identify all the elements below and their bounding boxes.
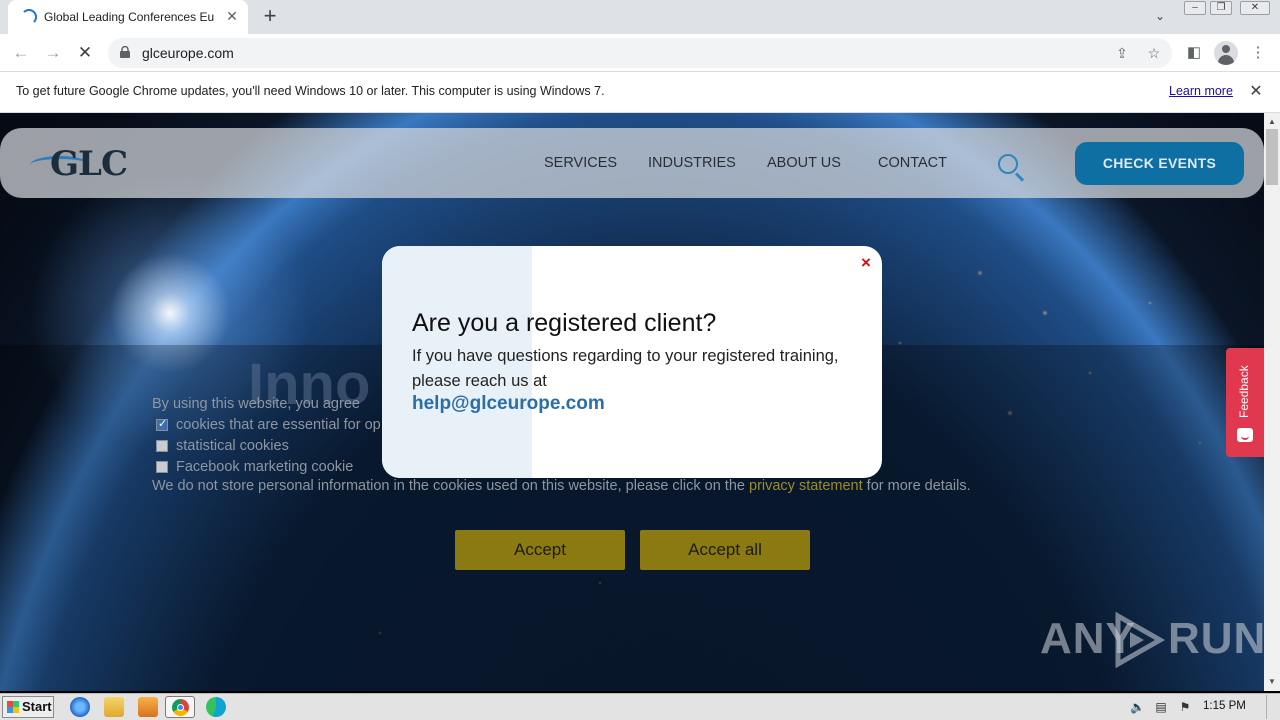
menu-kebab-icon[interactable]: ⋮ <box>1247 42 1269 64</box>
watermark-text-right: RUN <box>1168 614 1264 663</box>
logo-text: GLC <box>50 144 128 184</box>
bookmark-star-icon[interactable]: ☆ <box>1144 43 1164 63</box>
modal-title: Are you a registered client? <box>412 309 717 337</box>
nav-services[interactable]: SERVICES <box>544 155 617 171</box>
edge-icon[interactable] <box>206 697 226 717</box>
support-email-link[interactable]: help@glceurope.com <box>412 393 605 415</box>
web-page: GLC SERVICES INDUSTRIES ABOUT US CONTACT… <box>0 113 1264 691</box>
cookie-option-label: statistical cookies <box>176 438 289 454</box>
play-logo-icon <box>1115 612 1166 668</box>
scroll-thumb[interactable] <box>1266 129 1278 185</box>
feedback-tab[interactable]: Feedback <box>1226 348 1264 457</box>
nav-about-us[interactable]: ABOUT US <box>767 155 841 171</box>
windows-flag-icon <box>7 701 19 713</box>
profile-avatar[interactable] <box>1214 41 1238 65</box>
infobar-message: To get future Google Chrome updates, you… <box>16 84 605 98</box>
address-bar[interactable]: glceurope.com ⇪ ☆ <box>108 38 1172 68</box>
side-panel-icon[interactable]: ◧ <box>1183 42 1205 64</box>
site-header: GLC SERVICES INDUSTRIES ABOUT US CONTACT… <box>0 128 1264 198</box>
modal-close-button[interactable]: × <box>858 254 874 271</box>
restore-button[interactable]: ❐ <box>1210 1 1232 15</box>
lock-icon <box>120 46 130 58</box>
cookie-note-text-end: for more details. <box>862 478 971 494</box>
system-clock[interactable]: 1:15 PM <box>1203 700 1246 712</box>
start-button[interactable]: Start <box>2 696 54 718</box>
scroll-down-arrow-icon[interactable]: ▼ <box>1264 675 1280 689</box>
cookie-note-text: We do not store personal information in … <box>152 478 749 494</box>
tab-search-chevron-icon[interactable]: ⌄ <box>1150 6 1170 26</box>
forward-button[interactable]: → <box>42 42 64 64</box>
cookie-option-label: Facebook marketing cookie <box>176 459 354 475</box>
file-explorer-icon[interactable] <box>104 697 124 717</box>
browser-toolbar: ← → ✕ glceurope.com ⇪ ☆ ◧ ⋮ <box>0 34 1280 72</box>
infobar-close-button[interactable]: ✕ <box>1246 82 1266 102</box>
volume-icon[interactable]: 🔈 <box>1130 700 1145 714</box>
tab-title: Global Leading Conferences Europe <box>44 10 214 24</box>
internet-explorer-icon[interactable] <box>70 697 90 717</box>
stop-loading-button[interactable]: ✕ <box>74 42 96 64</box>
url-text: glceurope.com <box>142 45 234 61</box>
chrome-icon-center <box>177 704 184 711</box>
modal-body: If you have questions regarding to your … <box>412 347 839 390</box>
nav-contact[interactable]: CONTACT <box>878 155 947 171</box>
media-player-icon[interactable] <box>138 697 158 717</box>
search-icon[interactable] <box>996 152 1026 182</box>
page-scrollbar[interactable]: ▲ ▼ <box>1264 113 1280 691</box>
cookie-note: We do not store personal information in … <box>152 477 972 496</box>
cookie-option-label: cookies that are essential for op <box>176 417 381 433</box>
action-center-flag-icon[interactable]: ⚑ <box>1178 700 1192 714</box>
chrome-taskbar-button[interactable] <box>165 696 195 718</box>
minimize-button[interactable]: – <box>1184 1 1206 15</box>
loading-spinner-icon <box>21 9 37 25</box>
accept-all-button[interactable]: Accept all <box>640 530 810 570</box>
browser-tab[interactable]: Global Leading Conferences Europe ✕ <box>8 0 248 34</box>
tab-close-button[interactable]: ✕ <box>224 8 240 24</box>
cookie-intro: By using this website, you agree <box>152 396 360 412</box>
check-events-button[interactable]: CHECK EVENTS <box>1075 142 1244 185</box>
share-icon[interactable]: ⇪ <box>1112 43 1132 63</box>
glc-logo[interactable]: GLC <box>30 142 154 186</box>
scroll-up-arrow-icon[interactable]: ▲ <box>1264 115 1280 129</box>
network-icon[interactable]: ▤ <box>1154 700 1168 714</box>
window-close-button[interactable]: ✕ <box>1240 1 1270 15</box>
show-desktop-button[interactable] <box>1266 695 1278 719</box>
new-tab-button[interactable]: + <box>258 4 282 28</box>
start-label: Start <box>22 699 52 714</box>
privacy-statement-link[interactable]: privacy statement <box>749 478 863 494</box>
nav-industries[interactable]: INDUSTRIES <box>648 155 736 171</box>
smiley-icon <box>1237 428 1253 442</box>
feedback-label: Feedback <box>1237 365 1251 418</box>
checkbox[interactable] <box>156 440 168 452</box>
accept-button[interactable]: Accept <box>455 530 625 570</box>
update-infobar: To get future Google Chrome updates, you… <box>0 72 1280 113</box>
taskbar: Start 🔈 ▤ ⚑ 1:15 PM <box>0 693 1280 720</box>
checkbox-checked[interactable] <box>156 417 168 431</box>
learn-more-link[interactable]: Learn more <box>1169 84 1233 98</box>
registered-client-modal: × Are you a registered client? If you ha… <box>382 246 882 478</box>
checkbox[interactable] <box>156 461 168 473</box>
back-button[interactable]: ← <box>10 42 32 64</box>
tab-strip: Global Leading Conferences Europe ✕ + ⌄ … <box>0 0 1280 34</box>
